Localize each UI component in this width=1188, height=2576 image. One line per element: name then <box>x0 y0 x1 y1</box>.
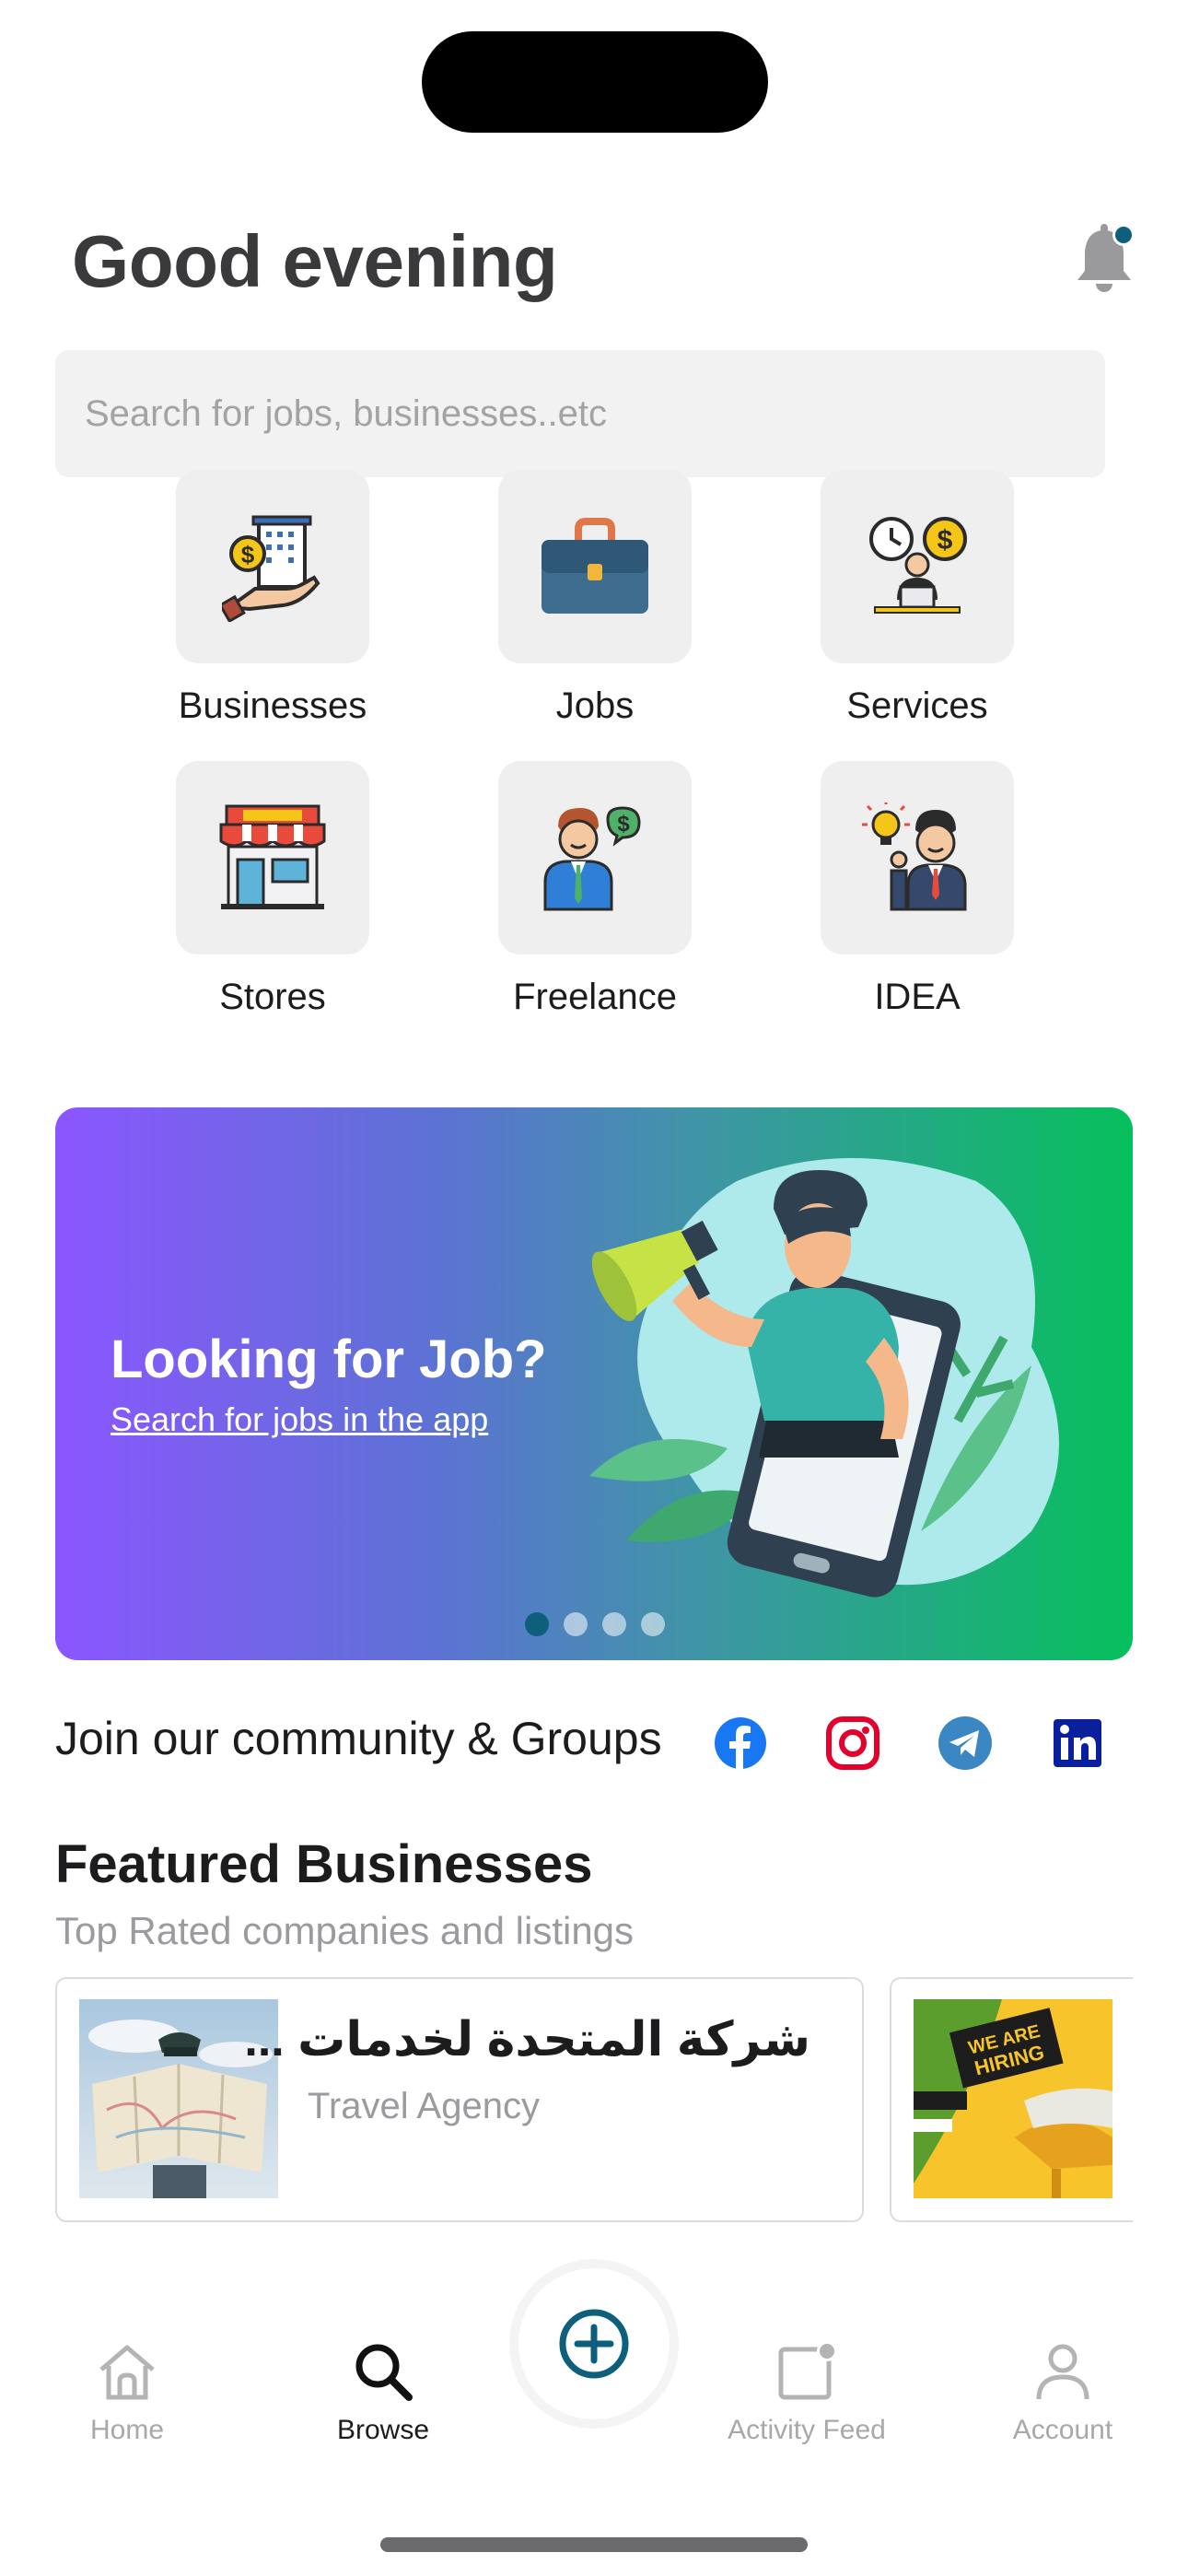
account-icon <box>1036 2344 1089 2400</box>
store-icon <box>219 804 326 909</box>
linkedin-icon[interactable] <box>1050 1715 1105 1771</box>
featured-title: Featured Businesses <box>55 1834 593 1894</box>
category-services[interactable]: $ Services <box>779 470 1055 727</box>
category-jobs[interactable]: Jobs <box>457 470 733 727</box>
facebook-icon[interactable] <box>713 1715 768 1771</box>
business-name: شركة المتحدة لخدمات ... <box>244 2013 810 2067</box>
dynamic-island <box>422 31 768 133</box>
category-label: Jobs <box>555 685 635 726</box>
category-tile <box>821 761 1014 954</box>
telegram-icon[interactable] <box>938 1715 993 1771</box>
featured-subtitle: Top Rated companies and listings <box>55 1909 635 1952</box>
category-tile <box>498 470 692 663</box>
category-businesses[interactable]: $ Businesses <box>134 470 411 727</box>
add-circle-icon <box>559 2309 629 2379</box>
freelancer-money-icon: $ <box>543 806 641 911</box>
tab-label: Activity Feed <box>728 2415 886 2445</box>
category-stores[interactable]: Stores <box>134 761 411 1018</box>
business-type: Travel Agency <box>308 2086 540 2126</box>
tab-label: Browse <box>336 2415 430 2445</box>
greeting-title: Good evening <box>72 220 558 302</box>
category-label: Freelance <box>513 977 677 1017</box>
promo-banner[interactable]: Looking for Job? Search for jobs in the … <box>55 1107 1133 1660</box>
activity-feed-icon <box>778 2341 837 2400</box>
search-icon <box>355 2344 413 2401</box>
tab-activity-feed[interactable]: Activity Feed <box>705 2340 908 2446</box>
services-clock-money-icon: $ <box>869 517 967 614</box>
category-label: Businesses <box>178 685 367 726</box>
category-tile: $ <box>176 470 369 663</box>
add-button[interactable] <box>518 2268 670 2419</box>
tab-label: Account <box>1012 2415 1113 2445</box>
business-card[interactable]: شركة المتحدة لخدمات ... Travel Agency <box>55 1977 864 2222</box>
category-tile <box>176 761 369 954</box>
hiring-poster-image: WE ARE HIRING <box>914 1999 1112 2198</box>
business-building-icon: $ <box>222 515 320 622</box>
job-search-illustration-icon <box>589 1158 1059 1598</box>
instagram-icon[interactable] <box>825 1715 880 1771</box>
svg-text:$: $ <box>241 541 255 568</box>
category-tile: $ <box>821 470 1014 663</box>
category-freelance[interactable]: $ Freelance <box>457 761 733 1018</box>
tab-label: Home <box>89 2415 165 2445</box>
carousel-dot[interactable] <box>641 1612 665 1636</box>
svg-text:$: $ <box>617 812 630 837</box>
search-input[interactable] <box>85 392 1105 435</box>
briefcase-icon <box>542 518 648 614</box>
category-label: Services <box>846 685 988 726</box>
search-bar[interactable] <box>55 350 1105 477</box>
notification-bell-icon[interactable] <box>1070 221 1138 299</box>
category-idea[interactable]: IDEA <box>779 761 1055 1018</box>
tab-account[interactable]: Account <box>961 2340 1164 2446</box>
category-tile: $ <box>498 761 692 954</box>
home-indicator[interactable] <box>380 2537 808 2552</box>
carousel-dot[interactable] <box>602 1612 626 1636</box>
business-card[interactable]: WE ARE HIRING <box>890 1977 1133 2222</box>
carousel-dot[interactable] <box>564 1612 588 1636</box>
category-label: Stores <box>219 977 326 1017</box>
banner-title: Looking for Job? <box>111 1329 547 1389</box>
carousel-dots[interactable] <box>525 1612 665 1636</box>
community-label: Join our community & Groups <box>55 1713 662 1764</box>
tab-browse[interactable]: Browse <box>282 2340 484 2446</box>
svg-text:$: $ <box>938 525 953 556</box>
tab-home[interactable]: Home <box>26 2340 228 2446</box>
home-icon <box>99 2345 155 2400</box>
category-label: IDEA <box>874 977 961 1017</box>
idea-lightbulb-icon <box>862 802 967 911</box>
carousel-dot[interactable] <box>525 1612 549 1636</box>
banner-link[interactable]: Search for jobs in the app <box>111 1400 488 1439</box>
